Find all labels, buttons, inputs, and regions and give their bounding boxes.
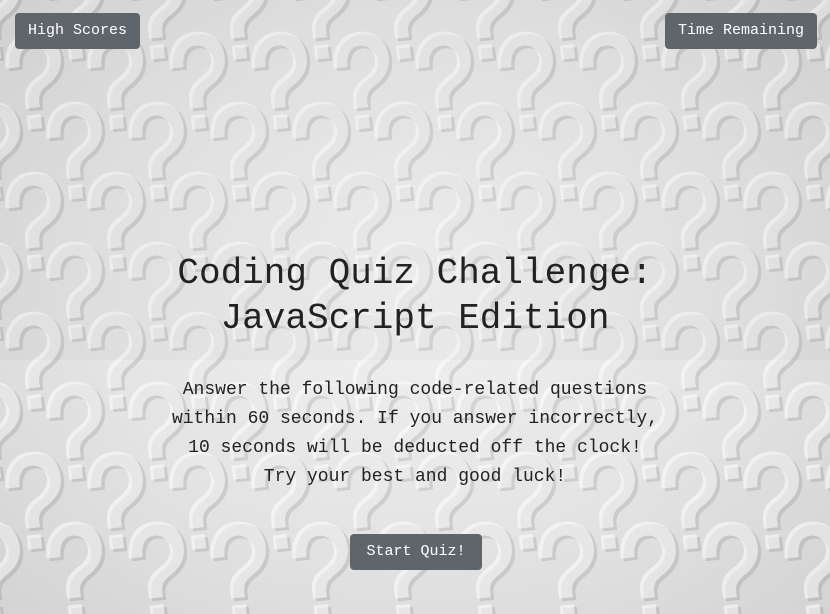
- question-mark-icon: [702, 521, 762, 614]
- question-mark-icon: [538, 521, 598, 614]
- time-remaining-button[interactable]: Time Remaining: [664, 13, 817, 49]
- high-scores-button[interactable]: High Scores: [15, 13, 141, 49]
- description-line-2: within 60 seconds. If you answer incorre…: [171, 409, 659, 429]
- start-quiz-button[interactable]: Start Quiz!: [350, 534, 482, 570]
- question-mark-icon: [128, 521, 188, 614]
- title-line-2: JavaScript Edition: [220, 298, 610, 339]
- question-mark-icon: [0, 521, 24, 614]
- page-title: Coding Quiz Challenge: JavaScript Editio…: [0, 251, 830, 341]
- title-line-1: Coding Quiz Challenge:: [177, 253, 653, 294]
- question-mark-icon: [784, 521, 830, 614]
- description-line-3: 10 seconds will be deducted off the cloc…: [188, 438, 642, 458]
- question-mark-icon: [620, 521, 680, 614]
- question-mark-icon: [46, 521, 106, 614]
- question-mark-icon: [292, 521, 352, 614]
- description-line-4: Try your best and good luck!: [263, 467, 567, 487]
- description-line-1: Answer the following code-related questi…: [182, 380, 648, 400]
- quiz-description: Answer the following code-related questi…: [0, 376, 830, 492]
- question-mark-icon: [210, 521, 270, 614]
